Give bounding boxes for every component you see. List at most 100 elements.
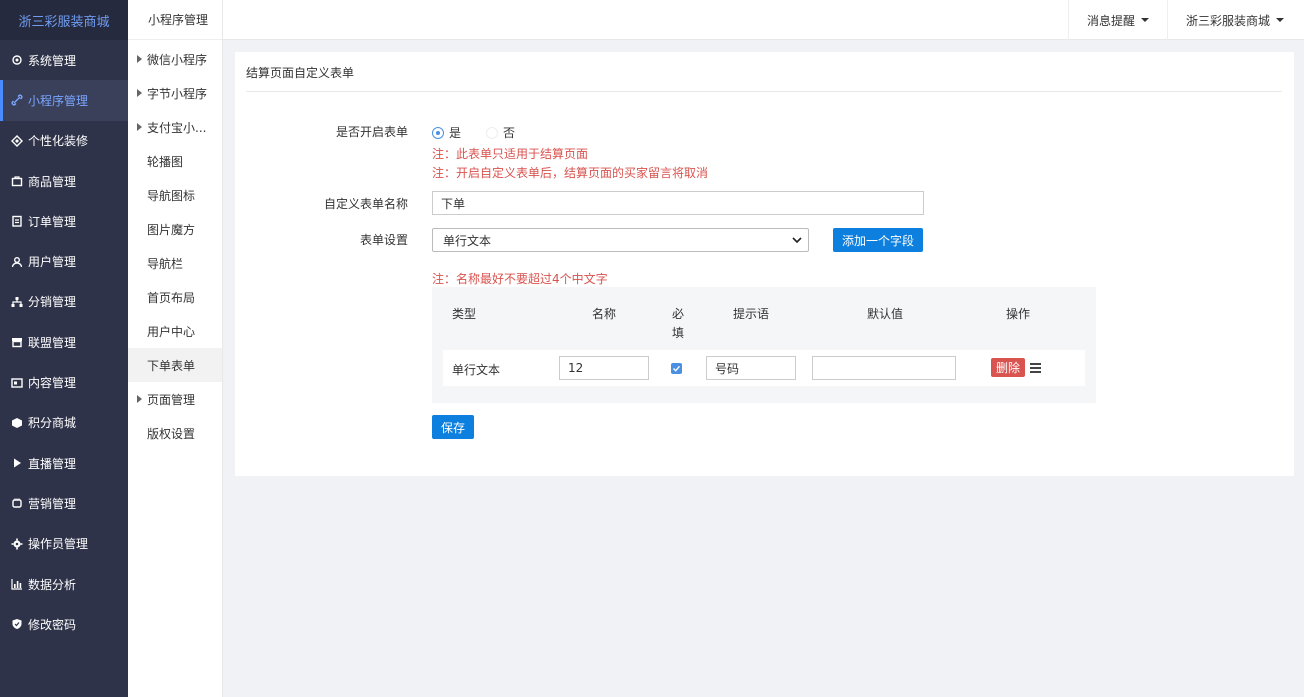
row-delete-button[interactable]: 删除 <box>991 358 1025 377</box>
shield-icon <box>10 617 24 631</box>
brand-logo[interactable]: 浙三彩服装商城 <box>0 0 128 40</box>
enable-form-label: 是否开启表单 <box>335 125 408 139</box>
note-message-cancel: 注：开启自定义表单后，结算页面的买家留言将取消 <box>432 166 709 180</box>
subbar-item[interactable]: 首页布局 <box>128 280 222 314</box>
notify-dropdown[interactable]: 消息提醒 <box>1068 0 1168 40</box>
subbar-item[interactable]: 导航栏 <box>128 246 222 280</box>
sidebar-item[interactable]: 操作员管理 <box>0 524 128 564</box>
bag-icon <box>10 174 24 188</box>
subbar-item[interactable]: 用户中心 <box>128 314 222 348</box>
table-row: 单行文本 12 号码 删除 <box>443 350 1085 386</box>
form-setting-label: 表单设置 <box>359 233 408 247</box>
subbar-item[interactable]: 轮播图 <box>128 144 222 178</box>
col-required-1: 必 <box>672 307 685 321</box>
subbar-item-label: 页面管理 <box>147 392 196 407</box>
drag-handle-icon[interactable] <box>1030 363 1041 373</box>
caret-down-icon <box>1141 18 1150 22</box>
sidebar-item[interactable]: 系统管理 <box>0 40 128 80</box>
sidebar-item[interactable]: 数据分析 <box>0 564 128 604</box>
notify-label: 消息提醒 <box>1087 13 1136 28</box>
subbar-title: 小程序管理 <box>128 0 222 40</box>
form-panel: 结算页面自定义表单 是否开启表单 是 否 注：此表单只适用于结算页面 注：开启自… <box>235 52 1294 476</box>
sidebar-item-label: 分销管理 <box>28 295 77 310</box>
subbar-item[interactable]: 下单表单 <box>128 348 222 382</box>
divider <box>246 91 1282 92</box>
row-default-input[interactable] <box>812 356 956 380</box>
note-scope: 注：此表单只适用于结算页面 <box>432 147 589 161</box>
sidebar-item[interactable]: 联盟管理 <box>0 322 128 362</box>
row-name-input[interactable]: 12 <box>559 356 649 380</box>
sub-sidebar: 小程序管理 微信小程序字节小程序支付宝小... 轮播图导航图标图片魔方导航栏首页布… <box>128 0 223 697</box>
row-hint-input[interactable]: 号码 <box>706 356 796 380</box>
subbar-item[interactable]: 支付宝小... <box>128 110 222 144</box>
subbar-item[interactable]: 版权设置 <box>128 416 222 450</box>
form-name-input[interactable]: 下单 <box>432 191 924 215</box>
add-field-button[interactable]: 添加一个字段 <box>833 228 923 252</box>
subbar-item-label: 用户中心 <box>147 324 196 339</box>
field-type-select[interactable]: 单行文本 <box>432 228 809 252</box>
radio-checked-icon <box>432 126 444 139</box>
top-bar: 消息提醒 浙三彩服装商城 <box>223 0 1304 40</box>
sidebar-item[interactable]: 用户管理 <box>0 241 128 281</box>
sidebar-item-label: 订单管理 <box>28 214 77 229</box>
col-type: 类型 <box>452 307 477 321</box>
play-icon <box>10 456 24 470</box>
col-name: 名称 <box>592 307 617 321</box>
cog-icon <box>10 537 24 551</box>
sitemap-icon <box>10 295 24 309</box>
subbar-item-label: 微信小程序 <box>147 52 208 67</box>
subbar-item-label: 下单表单 <box>147 358 196 373</box>
save-button[interactable]: 保存 <box>432 415 474 439</box>
clipboard-icon <box>10 214 24 228</box>
account-label: 浙三彩服装商城 <box>1186 13 1271 28</box>
sidebar-item[interactable]: 分销管理 <box>0 282 128 322</box>
sidebar-item-label: 修改密码 <box>28 617 77 632</box>
sidebar-item[interactable]: 个性化装修 <box>0 121 128 161</box>
subbar-item[interactable]: 字节小程序 <box>128 76 222 110</box>
sidebar-item[interactable]: 商品管理 <box>0 161 128 201</box>
sidebar-item-label: 联盟管理 <box>28 335 77 350</box>
subbar-item[interactable]: 图片魔方 <box>128 212 222 246</box>
subbar-item[interactable]: 微信小程序 <box>128 42 222 76</box>
bar-chart-icon <box>10 577 24 591</box>
sidebar-item-label: 直播管理 <box>28 456 77 471</box>
fields-table: 类型 名称 必 填 提示语 默认值 操作 单行文本 12 号码 删除 <box>432 287 1096 403</box>
sidebar-item[interactable]: 小程序管理 <box>0 80 128 121</box>
row-required-checkbox[interactable] <box>671 363 682 374</box>
subbar-item-label: 导航栏 <box>147 256 184 271</box>
account-dropdown[interactable]: 浙三彩服装商城 <box>1167 0 1304 40</box>
col-hint: 提示语 <box>733 307 770 321</box>
fist-icon <box>10 496 24 510</box>
sidebar-item-label: 个性化装修 <box>28 134 89 149</box>
radio-unchecked-icon <box>486 126 498 139</box>
cube-icon <box>10 416 24 430</box>
sidebar-item-label: 操作员管理 <box>28 537 89 552</box>
radio-no[interactable]: 否 <box>486 124 515 141</box>
sidebar-item[interactable]: 直播管理 <box>0 443 128 483</box>
subbar-item-label: 首页布局 <box>147 290 196 305</box>
col-required-2: 填 <box>672 326 685 340</box>
col-ops: 操作 <box>1006 307 1031 321</box>
subbar-item-label: 字节小程序 <box>147 86 208 101</box>
subbar-item[interactable]: 导航图标 <box>128 178 222 212</box>
sidebar-item-label: 小程序管理 <box>28 93 89 108</box>
sidebar-item-label: 数据分析 <box>28 577 77 592</box>
sidebar-item[interactable]: 修改密码 <box>0 604 128 644</box>
subbar-item-label: 图片魔方 <box>147 222 196 237</box>
note-name-length: 注：名称最好不要超过4个中文字 <box>432 272 608 286</box>
subbar-item-label: 轮播图 <box>147 154 184 169</box>
sidebar-item[interactable]: 积分商城 <box>0 403 128 443</box>
field-type-value: 单行文本 <box>443 233 492 248</box>
radio-yes[interactable]: 是 <box>432 124 461 141</box>
sidebar-item-label: 营销管理 <box>28 496 77 511</box>
radio-yes-label: 是 <box>449 126 462 140</box>
subbar-item[interactable]: 页面管理 <box>128 382 222 416</box>
subbar-item-label: 支付宝小... <box>147 120 207 135</box>
sidebar-item[interactable]: 营销管理 <box>0 483 128 523</box>
sidebar-item[interactable]: 内容管理 <box>0 362 128 402</box>
link-icon <box>10 93 24 107</box>
user-icon <box>10 255 24 269</box>
sidebar-item[interactable]: 订单管理 <box>0 201 128 241</box>
col-default: 默认值 <box>867 307 904 321</box>
form-name-label: 自定义表单名称 <box>323 197 408 211</box>
